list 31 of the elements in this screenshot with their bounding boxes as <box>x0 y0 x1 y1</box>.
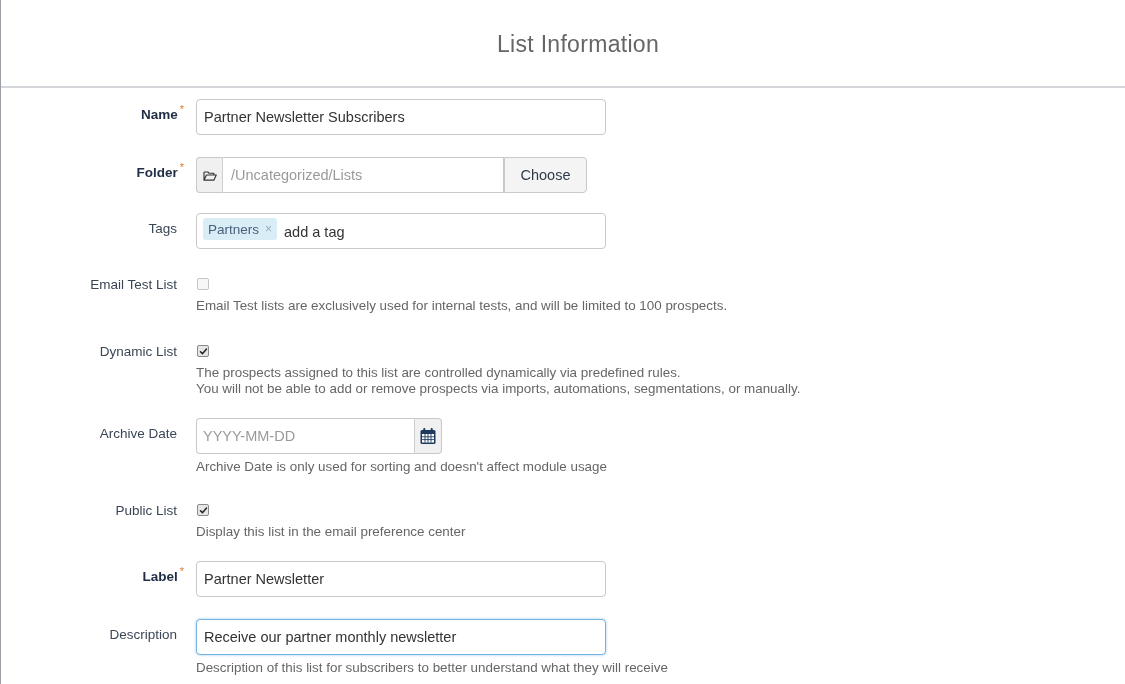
help-text: You will not be able to add or remove prospects via imports, automations, segmentations, or manually. <box>196 381 801 397</box>
field-label: Email Test List <box>90 276 177 294</box>
field-label: Label* <box>142 564 184 586</box>
date-field[interactable]: YYYY-MM-DD <box>196 418 414 454</box>
field-label: Folder* <box>136 160 184 182</box>
text-field[interactable]: Partner Newsletter Subscribers <box>196 99 606 135</box>
text-field[interactable]: Partner Newsletter <box>196 561 606 597</box>
field-label: Public List <box>115 502 177 520</box>
tag-input[interactable]: add a tag <box>284 224 485 240</box>
dialog-title: List Information <box>496 29 659 58</box>
checkbox[interactable] <box>197 278 209 290</box>
calendar-button[interactable] <box>414 418 442 454</box>
help-text: Archive Date is only used for sorting and doesn't affect module usage <box>196 459 607 475</box>
folder-icon <box>202 169 217 181</box>
help-text: Description of this list for subscribers to better understand what they will receive <box>196 660 668 676</box>
calendar-icon <box>420 428 436 444</box>
folder-path-field[interactable]: /Uncategorized/Lists <box>223 157 504 193</box>
field-label: Description <box>109 626 177 644</box>
help-text: The prospects assigned to this list are controlled dynamically via predefined rules. <box>196 365 681 381</box>
field-label: Name* <box>140 102 184 124</box>
tag-label: Partners <box>208 221 260 237</box>
help-text: Display this list in the email preference center <box>196 524 466 540</box>
text-field[interactable]: Receive our partner monthly newsletter <box>196 619 606 655</box>
field-label: Tags <box>148 220 177 238</box>
field-label: Archive Date <box>99 425 177 443</box>
choose-button[interactable]: Choose <box>504 157 587 193</box>
field-label: Dynamic List <box>99 343 177 361</box>
tags-field[interactable]: Partners × add a tag <box>196 213 606 249</box>
help-text: Email Test lists are exclusively used for internal tests, and will be limited to 100 prospects. <box>196 298 728 314</box>
checkbox[interactable] <box>197 345 209 357</box>
checkbox[interactable] <box>197 504 209 516</box>
